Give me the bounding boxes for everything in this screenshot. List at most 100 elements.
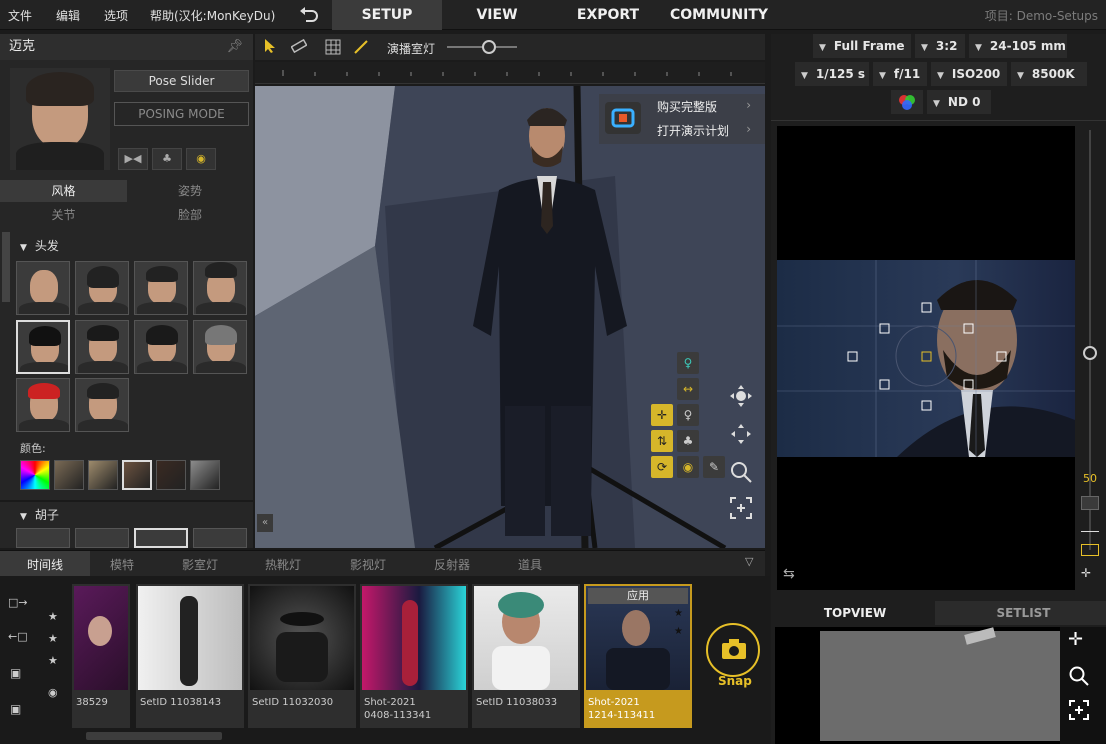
beard-option[interactable] xyxy=(75,528,129,548)
hair-color-swatch[interactable] xyxy=(190,460,220,490)
star-icon[interactable]: ★ xyxy=(48,654,58,667)
menu-help[interactable]: 帮助(汉化:MonKeyDu) xyxy=(150,7,275,24)
pencil-icon[interactable]: ✎ xyxy=(703,456,725,478)
collapse-down-icon[interactable]: ▽ xyxy=(745,555,753,568)
color-picker-icon[interactable] xyxy=(20,460,50,490)
teal-figure-icon[interactable]: ♀ xyxy=(677,352,699,374)
tab-topview[interactable]: TOPVIEW xyxy=(775,601,935,625)
light-height-icon[interactable]: ↔ xyxy=(677,378,699,400)
tab-reflectors[interactable]: 反射器 xyxy=(434,556,470,573)
apply-button[interactable]: 应用 xyxy=(588,588,688,604)
hair-option[interactable] xyxy=(193,261,247,315)
timeline-card-active[interactable]: 应用 ★ ★ Shot-2021 1214-113411 xyxy=(584,584,692,728)
hair-section-header[interactable]: ▼ 头发 xyxy=(20,237,59,254)
subtab-joints[interactable]: 关节 xyxy=(0,204,127,226)
collapse-left-icon[interactable]: « xyxy=(257,514,273,532)
hair-color-swatch[interactable] xyxy=(156,460,186,490)
menu-edit[interactable]: 编辑 xyxy=(56,7,80,24)
select-cursor-icon[interactable] xyxy=(263,38,277,54)
grid-overlay-icon[interactable] xyxy=(1081,496,1099,510)
panel-scrollbar[interactable] xyxy=(2,232,10,302)
line-tool-icon[interactable] xyxy=(353,39,369,55)
tab-community[interactable]: COMMUNITY xyxy=(664,0,774,30)
slider-handle[interactable] xyxy=(1083,346,1097,360)
undo-icon[interactable] xyxy=(298,5,320,25)
beard-option-selected[interactable] xyxy=(134,528,188,548)
move-icon[interactable]: ✛ xyxy=(651,404,673,426)
star-icon[interactable]: ★ xyxy=(48,610,58,623)
tab-props[interactable]: 道具 xyxy=(518,556,542,573)
hair-color-swatch[interactable] xyxy=(54,460,84,490)
posing-mode-button[interactable]: POSING MODE xyxy=(114,102,249,126)
eye-target-icon[interactable]: ◉ xyxy=(186,148,216,170)
aspect-select[interactable]: ▼ 3:2 xyxy=(915,34,965,58)
histogram-icon[interactable] xyxy=(1081,520,1099,532)
hair-color-swatch-selected[interactable] xyxy=(122,460,152,490)
hair-option-selected[interactable] xyxy=(16,320,70,374)
camera-preview[interactable] xyxy=(777,126,1075,590)
slider-handle[interactable] xyxy=(482,40,496,54)
timeline-card[interactable]: 38529 xyxy=(72,584,130,728)
tab-setup[interactable]: SETUP xyxy=(332,0,442,30)
pin-icon[interactable]: 📌︎ xyxy=(226,34,243,60)
hair-option[interactable] xyxy=(134,261,188,315)
focus-ruler[interactable] xyxy=(255,62,765,84)
figure-icon[interactable]: ♀ xyxy=(677,404,699,426)
orbit-icon[interactable] xyxy=(729,384,753,408)
fit-view-icon[interactable] xyxy=(729,496,753,520)
hair-option[interactable] xyxy=(16,378,70,432)
open-demo-link[interactable]: 打开演示计划 xyxy=(657,122,729,139)
timeline-card[interactable]: SetID 11032030 xyxy=(248,584,356,728)
tab-speedlights[interactable]: 热靴灯 xyxy=(265,556,301,573)
up-down-icon[interactable]: ⇅ xyxy=(651,430,673,452)
sensor-select[interactable]: ▼ Full Frame xyxy=(813,34,911,58)
beard-option[interactable] xyxy=(193,528,247,548)
subtab-pose[interactable]: 姿势 xyxy=(127,180,253,202)
timeline-card[interactable]: SetID 11038033 xyxy=(472,584,580,728)
hair-option[interactable] xyxy=(75,261,129,315)
mirror-icon[interactable]: ▶◀ xyxy=(118,148,148,170)
eye-icon[interactable]: ◉ xyxy=(48,686,58,699)
timeline-card[interactable]: Shot-2021 0408-113341 xyxy=(360,584,468,728)
star-icon[interactable]: ★ xyxy=(674,608,683,619)
topview-map[interactable] xyxy=(775,627,1060,744)
buy-full-link[interactable]: 购买完整版 xyxy=(657,98,717,115)
tab-cine-lights[interactable]: 影视灯 xyxy=(350,556,386,573)
tab-studio-lights[interactable]: 影室灯 xyxy=(182,556,218,573)
white-balance-select[interactable]: ▼ 8500K xyxy=(1011,62,1087,86)
add-shot-icon[interactable]: □→ xyxy=(8,596,28,609)
beard-option[interactable] xyxy=(16,528,70,548)
lens-select[interactable]: ▼ 24-105 mm xyxy=(969,34,1067,58)
measure-icon[interactable] xyxy=(291,39,307,53)
pose-slider-button[interactable]: Pose Slider xyxy=(114,70,249,92)
export-shot-icon[interactable]: ▣ xyxy=(10,702,21,716)
beard-section-header[interactable]: ▼ 胡子 xyxy=(20,506,59,523)
swap-icon[interactable]: ⇆ xyxy=(783,566,795,582)
color-filter-icon[interactable] xyxy=(891,90,923,114)
nd-filter-select[interactable]: ▼ ND 0 xyxy=(927,90,991,114)
menu-file[interactable]: 文件 xyxy=(8,7,32,24)
tab-models[interactable]: 模特 xyxy=(110,556,134,573)
navigate-icon[interactable]: ✛ xyxy=(1081,566,1091,580)
subtab-face[interactable]: 脸部 xyxy=(127,204,253,226)
shutter-select[interactable]: ▼ 1/125 s xyxy=(795,62,869,86)
tab-timeline[interactable]: 时间线 xyxy=(27,556,63,573)
snap-button[interactable] xyxy=(706,623,760,677)
pan-icon[interactable]: ✛ xyxy=(1068,629,1083,650)
tab-setlist[interactable]: SETLIST xyxy=(941,601,1106,625)
zoom-slider[interactable] xyxy=(1083,130,1097,550)
zoom-icon[interactable] xyxy=(1068,665,1090,687)
tab-view[interactable]: VIEW xyxy=(442,0,552,30)
zoom-icon[interactable] xyxy=(729,460,753,484)
load-shot-icon[interactable]: ←□ xyxy=(8,630,28,643)
pose-figure-icon[interactable]: ♣ xyxy=(152,148,182,170)
eye-target-icon[interactable]: ◉ xyxy=(677,456,699,478)
grid-icon[interactable] xyxy=(325,39,341,55)
fit-view-icon[interactable] xyxy=(1068,699,1090,721)
rotate-icon[interactable]: ⟳ xyxy=(651,456,673,478)
save-shot-icon[interactable]: ▣ xyxy=(10,666,21,680)
subtab-style[interactable]: 风格 xyxy=(0,180,127,202)
iso-select[interactable]: ▼ ISO200 xyxy=(931,62,1007,86)
hair-option[interactable] xyxy=(16,261,70,315)
star-icon[interactable]: ★ xyxy=(674,626,683,637)
